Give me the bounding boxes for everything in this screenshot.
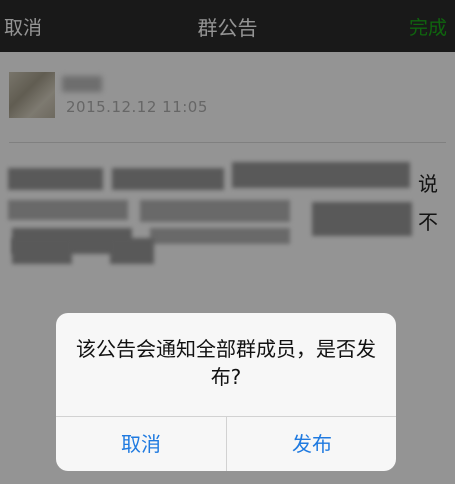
dialog-message: 该公告会通知全部群成员，是否发布? <box>76 337 376 389</box>
confirm-dialog: 该公告会通知全部群成员，是否发布? 取消 发布 <box>56 313 396 471</box>
dialog-publish-button[interactable]: 发布 <box>227 417 396 471</box>
dialog-cancel-button[interactable]: 取消 <box>56 417 226 471</box>
